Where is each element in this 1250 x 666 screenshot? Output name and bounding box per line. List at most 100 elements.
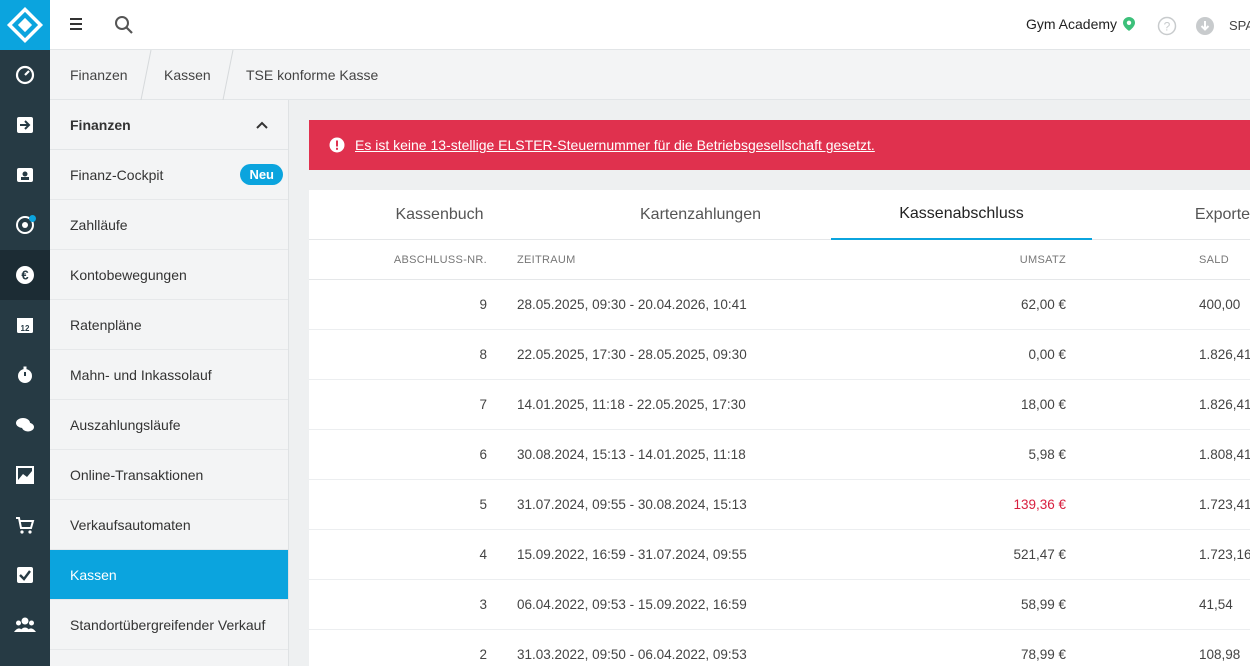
column-header-saldo[interactable]: SALD [1199,254,1229,266]
cell-umsatz: 58,99 € [1020,597,1066,612]
finance-icon[interactable]: € [0,250,50,300]
sidebar-item-label: Standortübergreifender Verkauf [70,616,266,633]
icon-rail: € 12 [0,0,50,666]
cell-saldo: 41,54 [1199,597,1233,612]
dashboard-icon[interactable] [0,50,50,100]
table-row[interactable]: 3 06.04.2022, 09:53 - 15.09.2022, 16:59 … [309,580,1250,630]
cell-umsatz: 0,00 € [1028,347,1066,362]
notification-dot [29,215,36,222]
new-badge: Neu [240,164,283,185]
cell-period: 22.05.2025, 17:30 - 28.05.2025, 09:30 [517,347,747,362]
calendar-icon[interactable]: 12 [0,300,50,350]
breadcrumb: Finanzen Kassen TSE konforme Kasse [50,50,1250,100]
tab-kartenzahlungen[interactable]: Kartenzahlungen [570,190,831,240]
cell-nr: 7 [479,397,487,412]
sidebar-item-label: Verkaufsautomaten [70,516,191,533]
table-row[interactable]: 5 31.07.2024, 09:55 - 30.08.2024, 15:13 … [309,480,1250,530]
table-row[interactable]: 2 31.03.2022, 09:50 - 06.04.2022, 09:53 … [309,630,1250,666]
tasks-icon[interactable] [0,550,50,600]
sidebar-item-kassen[interactable]: Kassen [50,550,288,600]
cell-period: 31.03.2022, 09:50 - 06.04.2022, 09:53 [517,647,747,662]
table-row[interactable]: 4 15.09.2022, 16:59 - 31.07.2024, 09:55 … [309,530,1250,580]
sidebar-item-verkaufsautomaten[interactable]: Verkaufsautomaten [50,500,288,550]
user-menu[interactable]: SPA [1229,18,1250,33]
app-logo[interactable] [0,0,50,50]
members-icon[interactable] [0,150,50,200]
staff-icon[interactable] [0,600,50,650]
cell-nr: 5 [479,497,487,512]
sidebar-item-label: Kassen [70,566,117,583]
cell-umsatz: 78,99 € [1020,647,1066,662]
checkin-icon[interactable] [0,100,50,150]
cell-umsatz-negative: 139,36 € [1013,497,1066,512]
sidebar-item-label: Finanz-Cockpit [70,166,164,183]
sidebar-item-finanz-cockpit[interactable]: Finanz-Cockpit Neu [50,150,288,200]
hamburger-menu-icon[interactable] [68,15,84,36]
search-icon[interactable] [114,15,134,38]
table-row[interactable]: 9 28.05.2025, 09:30 - 20.04.2026, 10:41 … [309,280,1250,330]
top-bar: Gym Academy ? SPA [50,0,1250,50]
studio-selector[interactable]: Gym Academy [1026,16,1136,32]
svg-text:€: € [21,268,28,283]
svg-text:?: ? [1164,20,1171,34]
shop-cart-icon[interactable] [0,500,50,550]
cell-nr: 2 [479,647,487,662]
sidebar-item-online-transaktionen[interactable]: Online-Transaktionen [50,450,288,500]
sidebar-item-ratenplaene[interactable]: Ratenpläne [50,300,288,350]
table-header: ABSCHLUSS-NR. ZEITRAUM UMSATZ SALD [309,240,1250,280]
alert-link[interactable]: Es ist keine 13-stellige ELSTER-Steuernu… [355,137,875,153]
breadcrumb-finanzen[interactable]: Finanzen [70,67,128,83]
breadcrumb-separator [140,50,152,100]
sidebar-title: Finanzen [70,116,131,133]
sidebar-item-label: Auszahlungsläufe [70,416,181,433]
breadcrumb-current: TSE konforme Kasse [246,67,379,83]
tab-kassenbuch[interactable]: Kassenbuch [309,190,570,240]
cell-saldo: 1.723,41 [1199,497,1250,512]
cell-period: 06.04.2022, 09:53 - 15.09.2022, 16:59 [517,597,747,612]
finance-sidebar: Finanzen Finanz-Cockpit Neu Zahlläufe Ko… [50,100,289,666]
cell-period: 14.01.2025, 11:18 - 22.05.2025, 17:30 [517,397,746,412]
sidebar-header[interactable]: Finanzen [50,100,288,150]
sidebar-item-auszahlungslaeufe[interactable]: Auszahlungsläufe [50,400,288,450]
statistics-icon[interactable] [0,450,50,500]
sidebar-item-label: Mahn- und Inkassolauf [70,366,212,383]
sidebar-item-mahnlauf[interactable]: Mahn- und Inkassolauf [50,350,288,400]
cell-nr: 9 [479,297,487,312]
cell-saldo: 1.808,41 [1199,447,1250,462]
table-row[interactable]: 6 30.08.2024, 15:13 - 14.01.2025, 11:18 … [309,430,1250,480]
targets-icon[interactable] [0,200,50,250]
sidebar-item-label: Zahlläufe [70,216,128,233]
error-alert: Es ist keine 13-stellige ELSTER-Steuernu… [309,120,1250,170]
tab-bar: Kassenbuch Kartenzahlungen Kassenabschlu… [309,190,1250,240]
column-header-umsatz[interactable]: UMSATZ [1020,254,1066,266]
cell-nr: 4 [479,547,487,562]
table-row[interactable]: 8 22.05.2025, 17:30 - 28.05.2025, 09:30 … [309,330,1250,380]
breadcrumb-separator [222,50,234,100]
sidebar-item-standortuebergreifender-verkauf[interactable]: Standortübergreifender Verkauf [50,600,288,650]
cell-nr: 8 [479,347,487,362]
tab-kassenabschluss[interactable]: Kassenabschluss [831,190,1092,240]
table-row[interactable]: 7 14.01.2025, 11:18 - 22.05.2025, 17:30 … [309,380,1250,430]
download-icon[interactable] [1195,16,1215,39]
breadcrumb-kassen[interactable]: Kassen [164,67,211,83]
help-icon[interactable]: ? [1157,16,1177,39]
cell-nr: 3 [479,597,487,612]
studio-name: Gym Academy [1026,16,1118,32]
sidebar-item-label: Online-Transaktionen [70,466,204,483]
cell-period: 31.07.2024, 09:55 - 30.08.2024, 15:13 [517,497,747,512]
cell-nr: 6 [479,447,487,462]
cell-saldo: 400,00 [1199,297,1241,312]
cell-period: 30.08.2024, 15:13 - 14.01.2025, 11:18 [517,447,746,462]
cell-saldo: 1.826,41 [1199,347,1250,362]
column-header-abschluss-nr[interactable]: ABSCHLUSS-NR. [394,254,487,266]
tab-exporte[interactable]: Exporte [1092,190,1250,240]
sidebar-item-zahllaeufe[interactable]: Zahlläufe [50,200,288,250]
timer-icon[interactable] [0,350,50,400]
location-pin-icon [1123,17,1136,31]
sidebar-item-kontobewegungen[interactable]: Kontobewegungen [50,250,288,300]
column-header-zeitraum[interactable]: ZEITRAUM [517,254,576,266]
cell-umsatz: 62,00 € [1020,297,1066,312]
chat-icon[interactable] [0,400,50,450]
svg-text:12: 12 [21,324,30,333]
cell-period: 28.05.2025, 09:30 - 20.04.2026, 10:41 [517,297,747,312]
